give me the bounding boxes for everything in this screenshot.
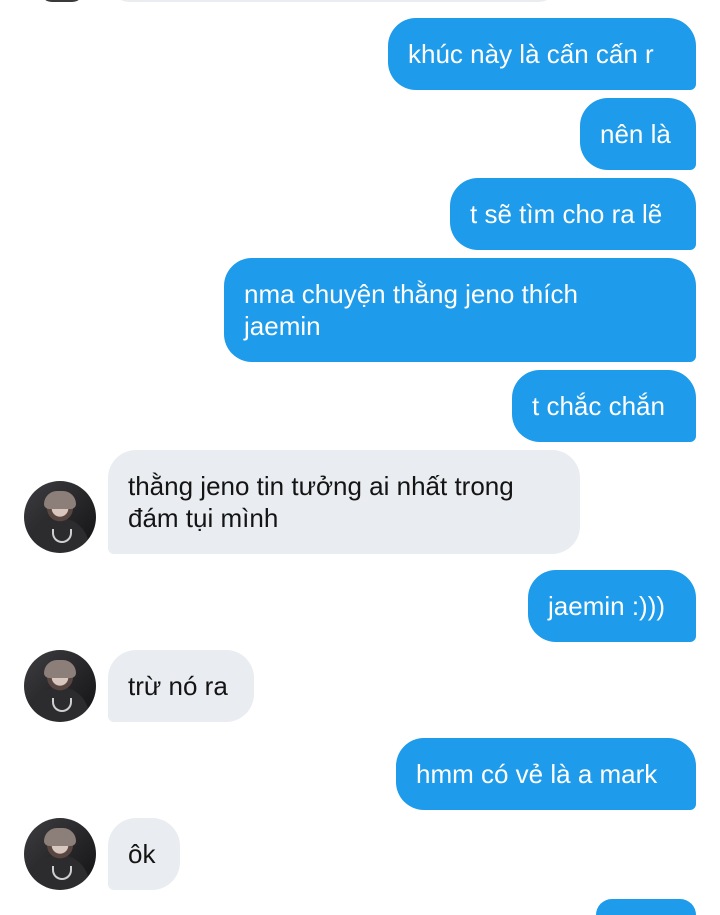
message-text: t chắc chắn	[532, 391, 665, 421]
avatar-hair	[44, 660, 76, 678]
message-bubble-partial	[596, 899, 696, 915]
avatar-necklace	[52, 698, 72, 712]
avatar-necklace	[52, 529, 72, 543]
message-bubble-partial	[108, 0, 560, 2]
message-bubble-outgoing[interactable]: t sẽ tìm cho ra lẽ	[450, 178, 696, 250]
message-bubble-outgoing[interactable]: hmm có vẻ là a mark	[396, 738, 696, 810]
message-bubble-outgoing[interactable]: nên là	[580, 98, 696, 170]
message-bubble-outgoing[interactable]: jaemin :)))	[528, 570, 696, 642]
message-text: thằng jeno tin tưởng ai nhất trong	[128, 471, 514, 501]
message-bubble-outgoing[interactable]: nma chuyện thằng jeno thích jaemin	[224, 258, 696, 362]
contact-avatar[interactable]	[24, 650, 96, 722]
message-text: khúc này là cấn cấn r	[408, 39, 654, 69]
message-text: nên là	[600, 119, 671, 149]
avatar-necklace	[52, 866, 72, 880]
contact-avatar[interactable]	[24, 481, 96, 553]
avatar-hair	[44, 491, 76, 509]
avatar-partial	[40, 0, 84, 2]
message-text: hmm có vẻ là a mark	[416, 759, 658, 789]
message-text: nma chuyện thằng jeno thích	[244, 279, 578, 309]
message-text: jaemin	[244, 311, 321, 341]
message-text: ôk	[128, 839, 156, 869]
message-text: jaemin :)))	[548, 591, 666, 621]
message-text: t sẽ tìm cho ra lẽ	[470, 199, 663, 229]
message-text: đám tụi mình	[128, 503, 279, 533]
message-bubble-outgoing[interactable]: t chắc chắn	[512, 370, 696, 442]
message-bubble-incoming[interactable]: thằng jeno tin tưởng ai nhất trong đám t…	[108, 450, 580, 554]
message-bubble-incoming[interactable]: ôk	[108, 818, 180, 890]
message-bubble-incoming[interactable]: trừ nó ra	[108, 650, 254, 722]
message-text: trừ nó ra	[128, 671, 228, 701]
contact-avatar[interactable]	[24, 818, 96, 890]
avatar-hair	[44, 828, 76, 846]
message-bubble-outgoing[interactable]: khúc này là cấn cấn r	[388, 18, 696, 90]
